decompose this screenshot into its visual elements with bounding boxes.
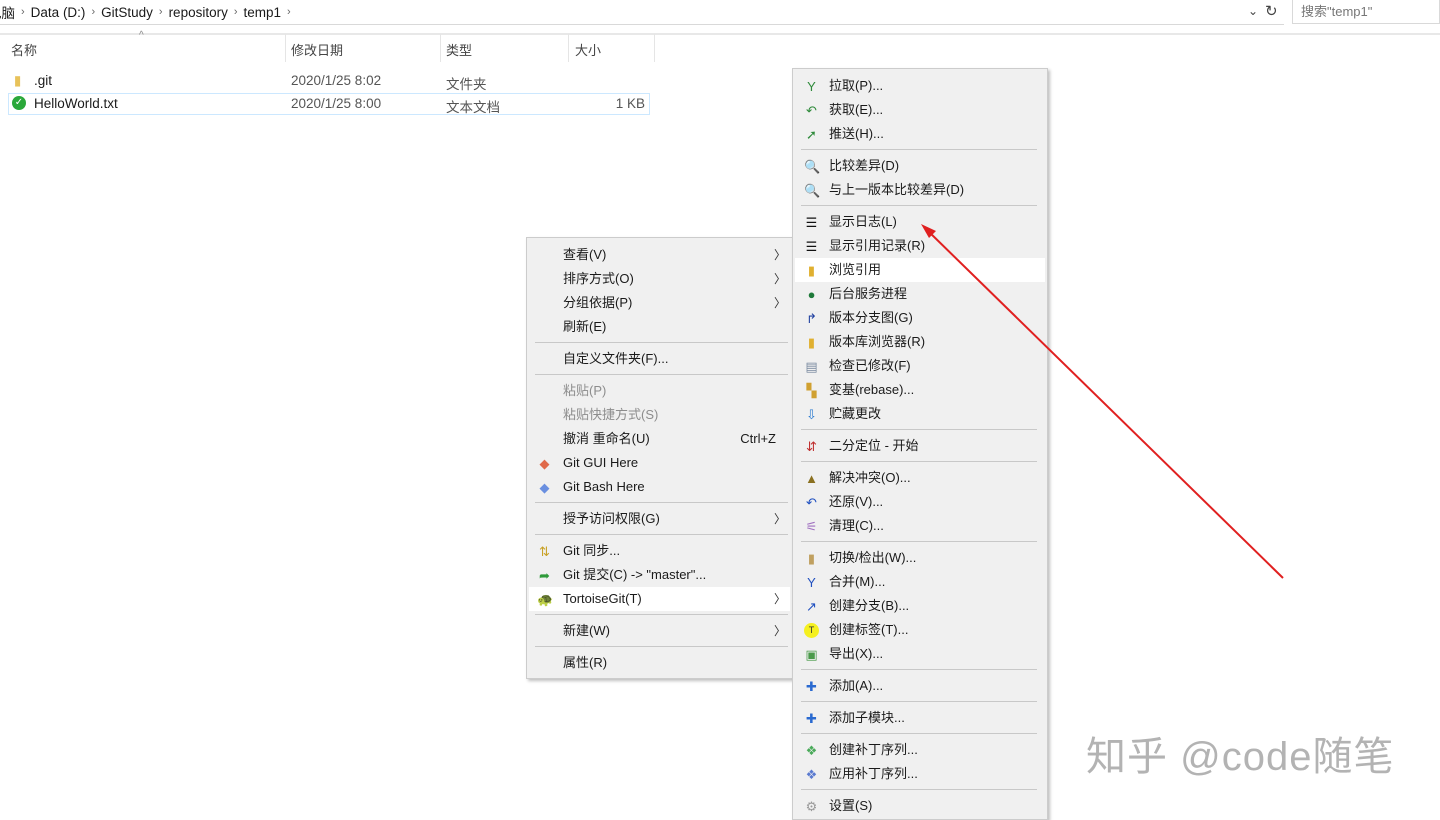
watermark: 知乎 @code随笔 xyxy=(1086,724,1394,782)
annotation-arrow xyxy=(0,0,1440,805)
